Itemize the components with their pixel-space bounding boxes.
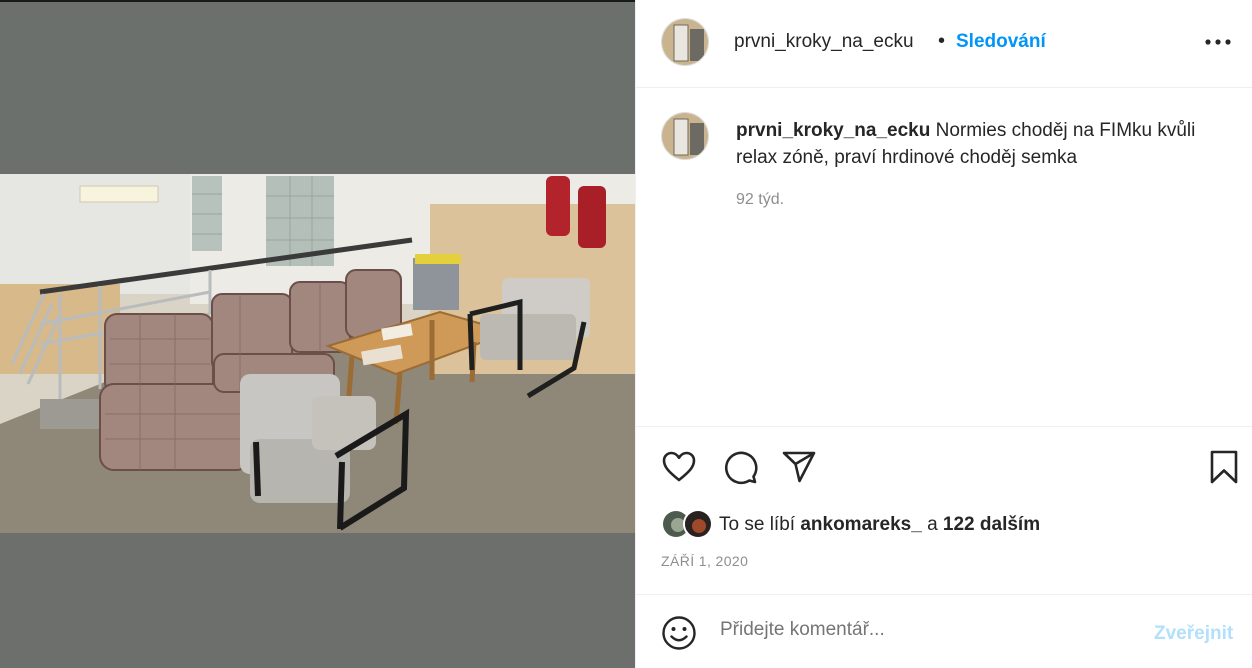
caption-time[interactable]: 92 týd. — [736, 191, 784, 209]
separator-dot: • — [938, 30, 946, 52]
author-avatar[interactable] — [661, 18, 709, 66]
post-media[interactable] — [0, 0, 635, 668]
caption-author-avatar[interactable] — [661, 112, 709, 160]
likes-prefix: To se líbí — [719, 514, 801, 535]
comment-input[interactable] — [720, 619, 1140, 641]
liker-username[interactable]: ankomareks_ — [800, 514, 921, 535]
author-username[interactable]: prvni_kroky_na_ecku — [734, 31, 914, 53]
following-button[interactable]: Sledování — [956, 31, 1046, 53]
liker-avatar-2[interactable] — [683, 509, 713, 539]
post-side-panel: prvni_kroky_na_ecku • Sledování prvni_kr… — [635, 0, 1252, 668]
action-bar — [636, 445, 1252, 489]
media-blur-top — [0, 2, 635, 174]
comment-form: Zveřejnit — [636, 594, 1252, 668]
post-date[interactable]: ZÁŘÍ 1, 2020 — [661, 553, 748, 569]
likes-summary: To se líbí ankomareks_ a 122 dalším — [661, 509, 1221, 541]
more-options-icon[interactable] — [1204, 30, 1232, 54]
post-photo[interactable] — [0, 174, 635, 533]
caption-username[interactable]: prvni_kroky_na_ecku — [736, 120, 930, 141]
emoji-icon[interactable] — [661, 615, 697, 651]
post-comment-button[interactable]: Zveřejnit — [1154, 623, 1233, 645]
heart-icon[interactable] — [661, 449, 697, 485]
post-header: prvni_kroky_na_ecku • Sledování — [636, 0, 1252, 88]
comment-icon[interactable] — [722, 449, 758, 485]
caption-text-block: prvni_kroky_na_ecku Normies choděj na FI… — [736, 117, 1206, 171]
likes-count[interactable]: 122 dalším — [943, 514, 1040, 535]
likes-text: To se líbí ankomareks_ a 122 dalším — [719, 514, 1040, 536]
likes-middle: a — [921, 514, 943, 535]
share-icon[interactable] — [781, 449, 817, 485]
bookmark-icon[interactable] — [1206, 449, 1242, 485]
post-caption: prvni_kroky_na_ecku Normies choděj na FI… — [636, 89, 1252, 427]
media-blur-bottom — [0, 533, 635, 668]
